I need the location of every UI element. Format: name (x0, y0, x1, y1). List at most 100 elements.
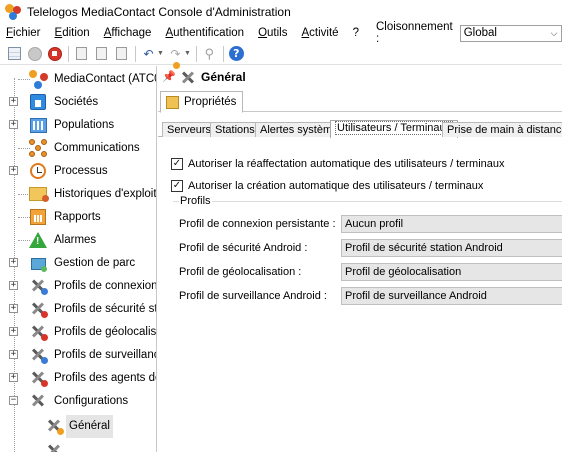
tree-item-label: Profils de connexion st (54, 280, 157, 292)
tree-item-profils-surveillance[interactable]: + Profils de surveillance (0, 344, 156, 367)
circle-icon (27, 46, 42, 61)
tab-utilisateurs-terminaux[interactable]: Utilisateurs / Terminaux (330, 120, 459, 138)
profil-securite-field[interactable]: Profil de sécurité station Android (341, 239, 562, 257)
window-title: Telelogos MediaContact Console d'Adminis… (27, 4, 291, 19)
back-button[interactable]: ↶ (140, 45, 157, 62)
start-button[interactable] (26, 45, 43, 62)
profil-surveillance-label: Profil de surveillance Android : (179, 290, 327, 302)
expand-icon[interactable]: + (9, 258, 18, 267)
tab-label: Serveurs (167, 124, 212, 136)
toolbar-separator (135, 45, 136, 62)
expand-icon[interactable]: + (9, 327, 18, 336)
tools-icon (44, 416, 64, 436)
tab-proprietes-label: Propriétés (184, 96, 237, 108)
tree-item-populations[interactable]: + Populations (0, 114, 156, 137)
navigation-tree: MediaContact (ATC07 + Sociétés + Populat… (0, 66, 157, 452)
tree-item-profils-securite[interactable]: + Profils de sécurité stati (0, 298, 156, 321)
tree-item-processus[interactable]: + Processus (0, 160, 156, 183)
app-logo-icon (5, 3, 21, 20)
tree-item-communications[interactable]: Communications (0, 137, 156, 160)
tab-label: Alertes système (260, 124, 339, 136)
expand-icon[interactable]: + (9, 281, 18, 290)
tools-icon (44, 441, 64, 452)
forward-arrow-icon: ↷ (170, 46, 181, 61)
menu-edition[interactable]: Edition (48, 23, 97, 43)
report-icon (28, 207, 48, 227)
tree-item-partial[interactable] (0, 440, 156, 452)
menu-affichage[interactable]: Affichage (97, 23, 159, 43)
menu-authentification-mnemonic: A (165, 27, 174, 39)
tree-item-profils-agents[interactable]: + Profils des agents de m (0, 367, 156, 390)
pin-icon[interactable]: 📌 (162, 70, 176, 83)
document-button[interactable] (113, 45, 130, 62)
profil-securite-label: Profil de sécurité Android : (179, 242, 308, 254)
expand-icon[interactable]: + (9, 166, 18, 175)
help-button[interactable]: ? (228, 45, 245, 62)
tree-root-label: MediaContact (ATC07 (54, 73, 157, 85)
tab-proprietes[interactable]: Propriétés (160, 91, 244, 113)
reaffectation-checkbox[interactable]: ✓ (171, 158, 183, 170)
tools-icon (173, 61, 195, 85)
tree-item-label: Profils de géolocalisati (54, 326, 157, 338)
profil-connexion-field[interactable]: Aucun profil (341, 215, 562, 233)
tree-item-profils-connexion[interactable]: + Profils de connexion st (0, 275, 157, 298)
properties-panel: 📌 Général Propriétés Serveurs Stations A… (158, 61, 562, 452)
menu-edition-label: dition (62, 27, 90, 39)
profils-group: Profils Profil de connexion persistante … (173, 195, 562, 311)
search-icon: ⚲ (204, 45, 215, 61)
expand-icon[interactable]: + (9, 120, 18, 129)
tree-root[interactable]: MediaContact (ATC07 (0, 68, 157, 91)
expand-icon[interactable]: + (9, 373, 18, 382)
grid-view-button[interactable] (6, 45, 23, 62)
toolbar: ↶ ▼ ↷ ▼ ⚲ ? (0, 43, 562, 65)
reaffectation-checkbox-row[interactable]: ✓ Autoriser la réaffectation automatique… (171, 156, 505, 172)
tree-item-label: Rapports (54, 211, 101, 223)
tree-item-gestion-de-parc[interactable]: + Gestion de parc (0, 252, 156, 275)
back-arrow-icon: ↶ (143, 46, 154, 61)
creation-checkbox[interactable]: ✓ (171, 180, 183, 192)
toolbar-separator (222, 45, 224, 62)
copy-button[interactable] (73, 45, 90, 62)
tab-serveurs[interactable]: Serveurs (162, 122, 217, 137)
menu-activite[interactable]: Activité (294, 23, 345, 43)
menu-outils-label: utils (267, 27, 288, 39)
expand-icon[interactable]: + (9, 350, 18, 359)
creation-checkbox-row[interactable]: ✓ Autoriser la création automatique des … (171, 178, 483, 194)
cloisonnement-label: Cloisonnement : (375, 21, 453, 45)
collapse-icon[interactable]: − (9, 396, 18, 405)
paste-button[interactable] (93, 45, 110, 62)
creation-label: Autoriser la création automatique des ut… (188, 180, 484, 192)
tree-item-historiques[interactable]: Historiques d'exploitatio (0, 183, 156, 206)
cloisonnement-select[interactable]: Global ⌵ (459, 24, 562, 42)
tree-item-rapports[interactable]: Rapports (0, 206, 156, 229)
tree-item-label: Général (66, 415, 113, 438)
tab-stations[interactable]: Stations (210, 122, 260, 137)
profil-geolocalisation-field[interactable]: Profil de géolocalisation (341, 263, 562, 281)
menu-authentification[interactable]: Authentification (158, 23, 251, 43)
tree-item-alarmes[interactable]: Alarmes (0, 229, 156, 252)
tree-item-label: Sociétés (54, 96, 99, 108)
menu-fichier-label: ichier (13, 27, 41, 39)
back-dropdown-icon[interactable]: ▼ (157, 50, 164, 57)
menu-bar: Fichier Edition Affichage Authentificati… (0, 21, 562, 45)
forward-dropdown-icon[interactable]: ▼ (184, 50, 191, 57)
expand-icon[interactable]: + (9, 304, 18, 313)
expand-icon[interactable]: + (9, 97, 18, 106)
tab-prise-de-main[interactable]: Prise de main à distance (442, 122, 562, 137)
tree-item-label: Alarmes (54, 234, 97, 246)
tree-item-configurations[interactable]: − Configurations (0, 390, 156, 413)
stop-icon (47, 46, 62, 61)
menu-affichage-label: ffichage (111, 27, 152, 39)
stop-button[interactable] (46, 45, 63, 62)
profil-surveillance-field[interactable]: Profil de surveillance Android (341, 287, 562, 305)
menu-outils[interactable]: Outils (251, 23, 294, 43)
menu-help[interactable]: ? (346, 23, 366, 43)
tree-item-societes[interactable]: + Sociétés (0, 91, 156, 114)
tree-item-general[interactable]: Général (0, 415, 156, 438)
forward-button[interactable]: ↷ (167, 45, 184, 62)
menu-fichier[interactable]: Fichier (0, 23, 48, 43)
search-button[interactable]: ⚲ (201, 45, 218, 62)
menu-activite-label: ctivité (309, 27, 339, 39)
tree-item-profils-geolocalisation[interactable]: + Profils de géolocalisati (0, 321, 157, 344)
profil-connexion-row: Profil de connexion persistante : Aucun … (179, 215, 562, 233)
